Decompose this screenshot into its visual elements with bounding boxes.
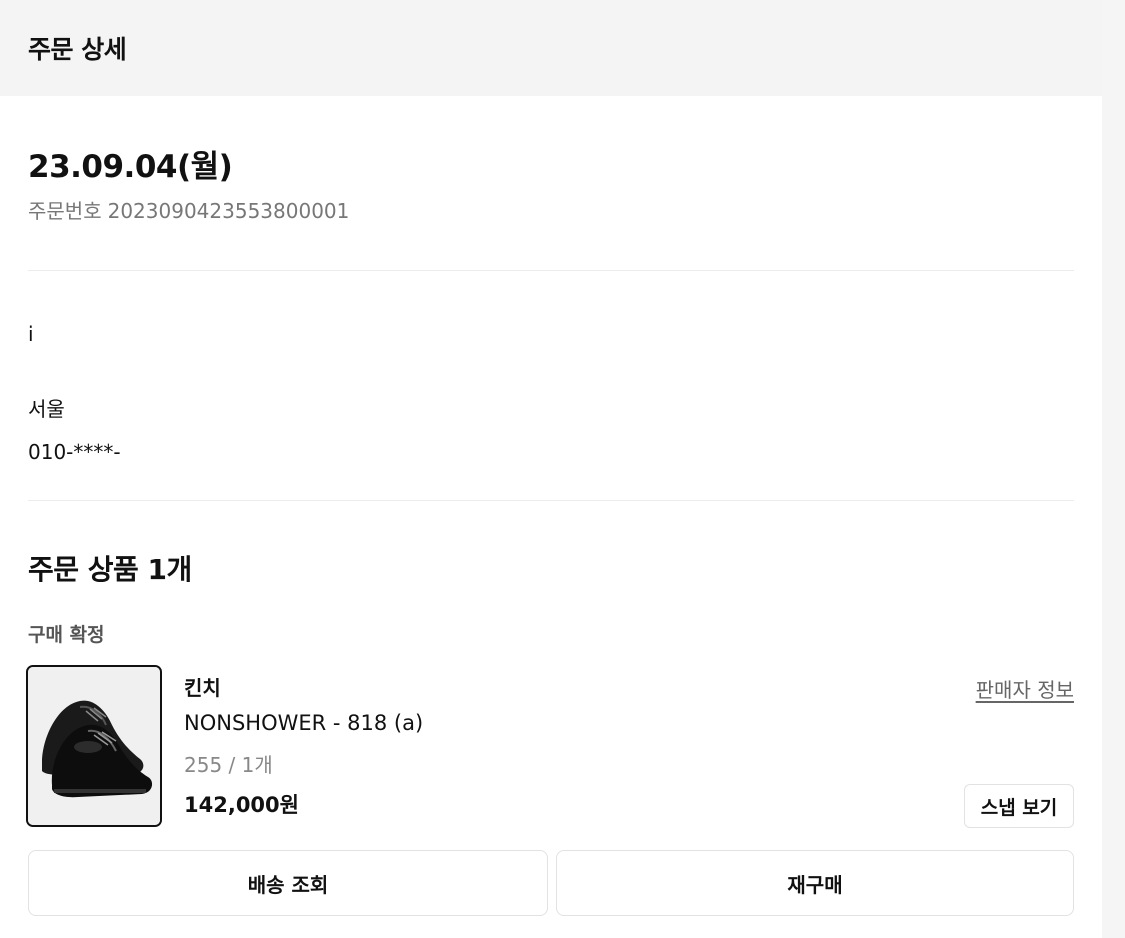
shoe-product-image [28, 667, 160, 825]
product-brand: 킨치 [184, 676, 221, 700]
product-thumbnail[interactable] [26, 665, 162, 827]
order-date: 23.09.04(월) [28, 149, 233, 185]
order-number-row: 주문번호 2023090423553800001 [28, 195, 349, 224]
product-name: NONSHOWER - 818 (a) [184, 711, 424, 735]
recipient-name: i [28, 322, 34, 346]
shipping-address: 서울 [28, 397, 65, 421]
divider [28, 500, 1074, 501]
page-title: 주문 상세 [28, 35, 127, 64]
order-detail-page: 주문 상세 23.09.04(월) 주문번호 202309042355380000… [0, 0, 1102, 938]
product-price: 142,000원 [184, 793, 299, 817]
recipient-phone: 010-****- [28, 440, 121, 464]
divider [28, 270, 1074, 271]
page-header: 주문 상세 [0, 0, 1102, 96]
order-number-label: 주문번호 [28, 199, 102, 223]
track-delivery-button[interactable]: 배송 조회 [28, 850, 548, 916]
order-status: 구매 확정 [28, 624, 105, 646]
view-snap-button[interactable]: 스냅 보기 [964, 784, 1074, 828]
rebuy-button[interactable]: 재구매 [556, 850, 1074, 916]
seller-info-link[interactable]: 판매자 정보 [976, 674, 1074, 703]
ordered-items-title: 주문 상품 1개 [28, 553, 192, 586]
order-number: 2023090423553800001 [107, 199, 350, 223]
product-option: 255 / 1개 [184, 753, 273, 777]
